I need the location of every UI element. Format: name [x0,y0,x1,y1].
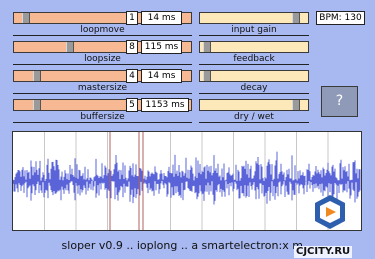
loopsize-multiplier[interactable]: 8 [126,40,138,54]
decay-label: decay [240,83,268,93]
loopsize-slider-thumb[interactable] [66,42,74,52]
smartelectronix-logo-icon [315,195,345,229]
sloper-plugin-window: loopmove 1 14 ms loopsize 8 115 ms maste… [0,0,375,259]
loopmove-label: loopmove [80,25,125,35]
divider [199,93,309,94]
loopsize-label: loopsize [84,54,121,64]
input-gain-slider-thumb[interactable] [292,13,300,23]
buffersize-ms-display: 1153 ms [141,98,189,112]
feedback-slider[interactable] [199,41,309,53]
divider [13,93,192,94]
decay-slider-thumb[interactable] [203,71,211,81]
mastersize-ms-display: 14 ms [141,69,182,83]
buffersize-slider-thumb[interactable] [33,100,41,110]
input-gain-label: input gain [231,25,277,35]
mastersize-multiplier[interactable]: 4 [126,69,138,83]
divider [13,122,192,123]
divider [13,35,192,36]
bpm-display: BPM: 130 [316,11,365,25]
mastersize-slider-thumb[interactable] [33,71,41,81]
waveform-canvas [12,132,361,230]
dry-wet-label: dry / wet [234,112,274,122]
waveform-display[interactable] [12,131,362,231]
decay-slider[interactable] [199,70,309,82]
buffersize-multiplier[interactable]: 5 [126,98,138,112]
waveform-trace [12,151,361,205]
buffersize-label: buffersize [80,112,125,122]
divider [199,64,309,65]
loopmove-multiplier[interactable]: 1 [126,11,138,25]
input-gain-slider[interactable] [199,12,309,24]
mastersize-label: mastersize [77,83,128,93]
divider [199,35,309,36]
loopsize-ms-display: 115 ms [141,40,182,54]
dry-wet-slider-thumb[interactable] [292,100,300,110]
dry-wet-slider[interactable] [199,99,309,111]
feedback-label: feedback [233,54,275,64]
watermark: CJCITY.RU [294,246,353,258]
help-button[interactable]: ? [321,86,358,117]
loopmove-slider-thumb[interactable] [22,13,30,23]
divider [199,122,309,123]
loopmove-ms-display: 14 ms [141,11,182,25]
feedback-slider-thumb[interactable] [203,42,211,52]
divider [13,64,192,65]
